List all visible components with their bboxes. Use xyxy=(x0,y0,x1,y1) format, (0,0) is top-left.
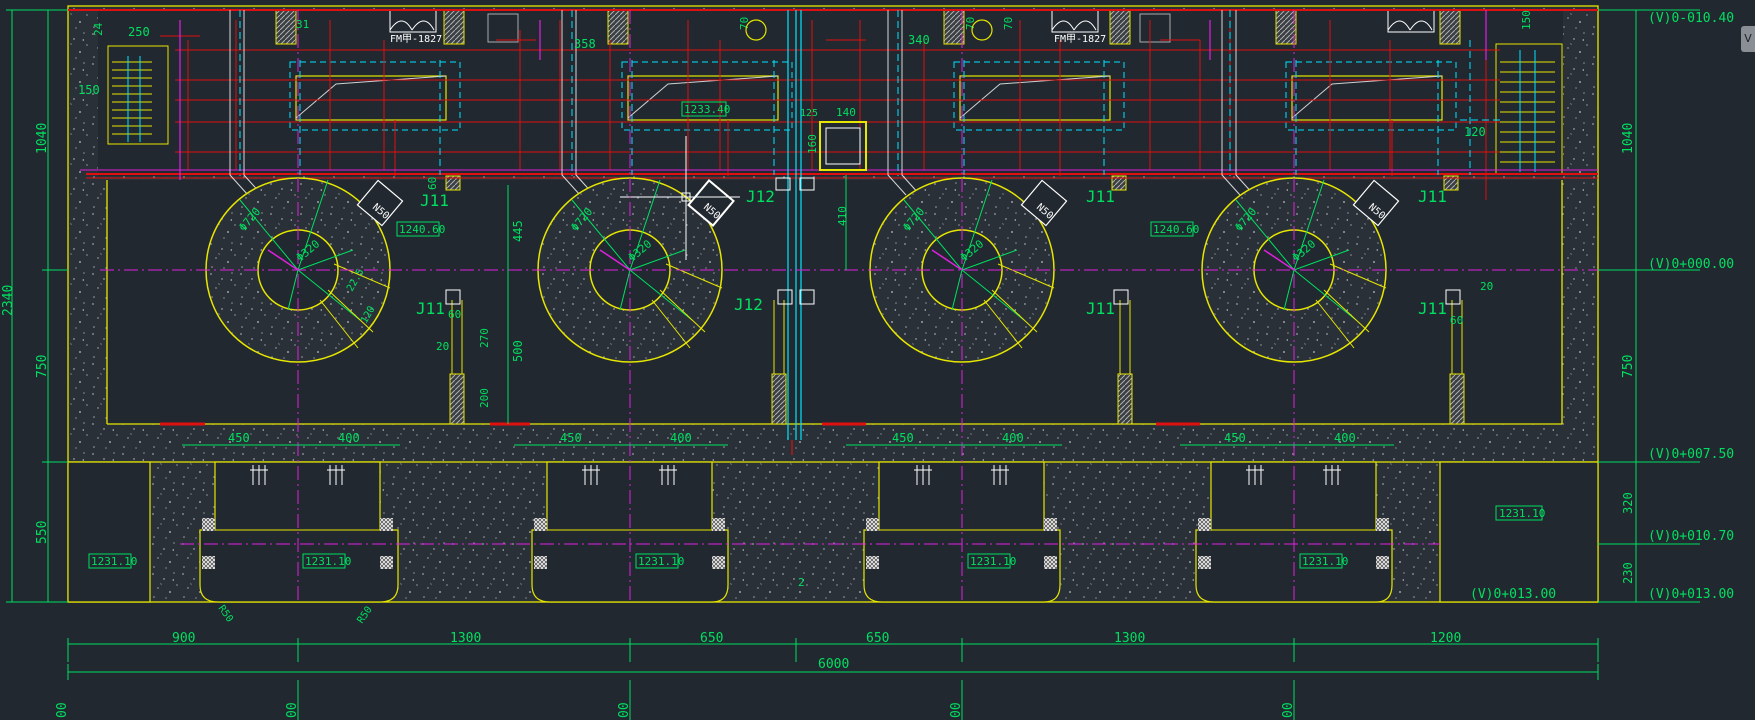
right-dim: 320 xyxy=(1621,492,1635,514)
station-label: 00 xyxy=(1281,702,1296,718)
cad-drawing-canvas[interactable]: FM甲-1827 FM甲-1827 1233.40 1240.60 1240.6… xyxy=(0,0,1755,720)
station-label: 00 xyxy=(949,702,964,718)
fire-door-tag: FM甲-1827 xyxy=(1054,34,1106,45)
pit-dim: 400 xyxy=(1334,431,1356,445)
side-panel-tab[interactable]: V xyxy=(1741,26,1755,52)
span-dim: 650 xyxy=(700,631,723,646)
left-dim: 750 xyxy=(35,355,50,378)
small-dim: 125 xyxy=(800,108,818,119)
small-dim: 445 xyxy=(511,220,525,242)
mark-label: J11 xyxy=(1418,187,1447,206)
small-dim: 60 xyxy=(1450,314,1463,327)
mark-label: J12 xyxy=(734,295,763,314)
span-dim: 1200 xyxy=(1430,631,1461,646)
small-dim: 60 xyxy=(448,308,461,321)
elevation-box-label: 1231.10 xyxy=(1302,555,1348,568)
mark-label: J11 xyxy=(1418,299,1447,318)
right-dim: 1040 xyxy=(1621,123,1636,154)
station-label: 00 xyxy=(617,702,632,718)
elevation-box-label: 1240.60 xyxy=(1153,223,1199,236)
small-dim: 160 xyxy=(806,134,819,154)
small-dim: 340 xyxy=(908,33,930,47)
elevation-label: (V)0+000.00 xyxy=(1648,257,1734,272)
span-dim: 1300 xyxy=(450,631,481,646)
small-dim: 31 xyxy=(296,18,309,31)
small-dim: 270 xyxy=(478,328,491,348)
small-dim: 140 xyxy=(836,106,856,119)
small-dim: R50 xyxy=(355,605,374,626)
right-dim: 750 xyxy=(1621,355,1636,378)
small-dim: 500 xyxy=(511,340,525,362)
mark-label: J11 xyxy=(1086,299,1115,318)
elevation-box-label: 1240.60 xyxy=(399,223,445,236)
left-dim: 2340 xyxy=(1,285,16,316)
small-dim: 20 xyxy=(1480,280,1493,293)
mark-label: J11 xyxy=(416,299,445,318)
mark-label: J12 xyxy=(746,187,775,206)
small-dim: 60 xyxy=(426,177,439,190)
right-dim: 230 xyxy=(1621,562,1635,584)
span-dim: 900 xyxy=(172,631,195,646)
elevation-label: (V)0+013.00 xyxy=(1648,587,1734,602)
elevation-label: (V)0+013.00 xyxy=(1470,587,1556,602)
fan-size-label: 1233.40 xyxy=(684,103,730,116)
pit-dim: 400 xyxy=(1002,431,1024,445)
overall-dim: 6000 xyxy=(818,657,849,672)
fire-door-tag: FM甲-1827 xyxy=(390,34,442,45)
elevation-box-label: 1231.10 xyxy=(91,555,137,568)
mark-label: J11 xyxy=(1086,187,1115,206)
station-label: 00 xyxy=(285,702,300,718)
small-dim: 120 xyxy=(1464,125,1486,139)
pit-dim: 450 xyxy=(1224,431,1246,445)
pit-dim: 450 xyxy=(560,431,582,445)
small-dim: 70 xyxy=(1002,17,1015,30)
elevation-label: (V)0-010.40 xyxy=(1648,11,1734,26)
small-dim: 150 xyxy=(78,83,100,97)
elevation-label: (V)0+010.70 xyxy=(1648,529,1734,544)
small-dim: 410 xyxy=(836,206,849,226)
left-dim: 1040 xyxy=(35,123,50,154)
small-dim: 200 xyxy=(478,388,491,408)
station-label: 00 xyxy=(55,702,70,718)
elevation-label: (V)0+007.50 xyxy=(1648,447,1734,462)
pit-dim: 450 xyxy=(892,431,914,445)
small-dim: 2 xyxy=(798,576,805,589)
elevation-box-label: 1231.10 xyxy=(1499,507,1545,520)
small-dim: 250 xyxy=(128,25,150,39)
elevation-box-label: 1231.10 xyxy=(970,555,1016,568)
small-dim: 150 xyxy=(1520,10,1533,30)
left-dim: 550 xyxy=(35,521,50,544)
pit-dim: 400 xyxy=(670,431,692,445)
span-dim: 650 xyxy=(866,631,889,646)
mark-label: J11 xyxy=(420,191,449,210)
elevation-box-label: 1231.10 xyxy=(638,555,684,568)
elevation-box-label: 1231.10 xyxy=(305,555,351,568)
small-dim: R50 xyxy=(216,603,235,624)
span-dim: 1300 xyxy=(1114,631,1145,646)
pit-dim: 450 xyxy=(228,431,250,445)
small-dim: 358 xyxy=(574,37,596,51)
small-dim: 20 xyxy=(436,340,449,353)
pit-dim: 400 xyxy=(338,431,360,445)
small-dim: 24 xyxy=(92,22,105,36)
